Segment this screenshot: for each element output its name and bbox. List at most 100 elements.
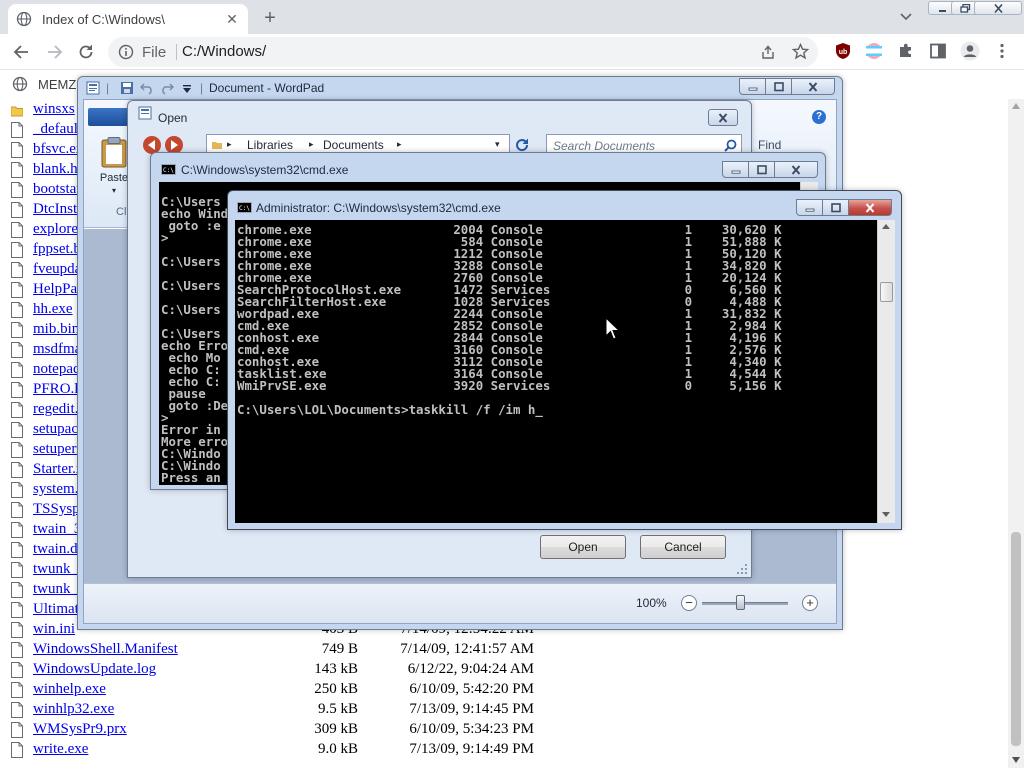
close-icon[interactable]: ✕: [224, 11, 240, 27]
file-link[interactable]: WMSysPr9.prx: [33, 721, 127, 738]
file-link[interactable]: win.ini: [33, 621, 75, 638]
admin-cmd-titlebar[interactable]: C:\ Administrator: C:\Windows\system32\c…: [228, 191, 901, 216]
scroll-down-icon[interactable]: [882, 512, 890, 517]
file-icon: [11, 282, 23, 298]
page-scrollbar[interactable]: [1008, 99, 1024, 768]
admin-cmd-title: Administrator: C:\Windows\system32\cmd.e…: [256, 201, 501, 215]
cmd-titlebar[interactable]: C:\ C:\Windows\system32\cmd.exe: [151, 153, 825, 178]
undo-icon[interactable]: [140, 81, 154, 95]
open-button[interactable]: Open: [540, 535, 626, 559]
zoom-in-button[interactable]: +: [802, 595, 818, 611]
breadcrumb-arrow-icon[interactable]: ▸: [227, 139, 232, 150]
file-icon: [11, 542, 23, 558]
file-row: winhelp.exe 250 kB 6/10/09, 5:42:20 PM: [0, 680, 1008, 700]
file-icon: [11, 162, 23, 178]
breadcrumb-libraries[interactable]: Libraries: [247, 138, 293, 152]
file-link[interactable]: WindowsUpdate.log: [33, 661, 156, 678]
back-arrow-icon[interactable]: [12, 42, 32, 62]
file-icon: [11, 182, 23, 198]
maximize-button[interactable]: [822, 199, 849, 216]
profile-icon[interactable]: [960, 41, 980, 61]
file-link[interactable]: WindowsShell.Manifest: [33, 641, 178, 658]
wordpad-icon: [86, 81, 100, 95]
file-icon: [11, 402, 23, 418]
open-dialog-icon: [138, 106, 152, 120]
cancel-button[interactable]: Cancel: [640, 535, 726, 559]
save-icon[interactable]: [120, 81, 134, 95]
bookmark-memz[interactable]: MEMZ: [38, 77, 76, 92]
scroll-up-icon[interactable]: [882, 224, 890, 229]
reload-icon[interactable]: [76, 42, 96, 62]
wordpad-caption-buttons: [739, 78, 835, 96]
refresh-icon[interactable]: [514, 137, 530, 153]
file-date: 7/13/09, 9:14:45 PM: [409, 701, 534, 717]
ublock-icon[interactable]: ub: [834, 42, 852, 60]
minimize-button[interactable]: [739, 78, 766, 95]
scroll-down-icon[interactable]: [1012, 757, 1020, 763]
file-link[interactable]: winhelp.exe: [33, 681, 106, 698]
file-link[interactable]: winhlp32.exe: [33, 701, 114, 718]
file-link[interactable]: write.exe: [33, 741, 88, 758]
scrollbar-thumb[interactable]: [880, 282, 893, 302]
plus-icon[interactable]: +: [258, 7, 282, 29]
breadcrumb-documents[interactable]: Documents: [323, 138, 384, 152]
file-icon: [11, 222, 23, 238]
search-icon[interactable]: [724, 139, 737, 152]
extension-icon[interactable]: [865, 42, 883, 60]
close-button[interactable]: [848, 199, 892, 216]
file-link[interactable]: winsxs: [33, 101, 75, 118]
qat-dropdown-icon[interactable]: [182, 84, 192, 94]
star-icon[interactable]: [792, 43, 809, 60]
console-line: >: [161, 230, 169, 245]
file-size: 9.0 kB: [317, 741, 358, 757]
admin-cmd-window[interactable]: C:\ Administrator: C:\Windows\system32\c…: [227, 190, 902, 530]
breadcrumb-arrow-icon[interactable]: ▸: [309, 139, 314, 150]
scrollbar-thumb[interactable]: [1011, 532, 1021, 746]
url-text[interactable]: C:/Windows/: [182, 43, 266, 60]
file-link[interactable]: mib.bin: [33, 321, 79, 338]
wordpad-titlebar[interactable]: | | Document - WordPad: [78, 77, 842, 99]
minimize-button[interactable]: [722, 161, 749, 178]
address-dropdown-icon[interactable]: ▾: [495, 139, 500, 150]
qat-separator: |: [106, 81, 110, 95]
help-icon[interactable]: ?: [812, 110, 826, 124]
breadcrumb-arrow-icon[interactable]: ▸: [397, 139, 402, 150]
zoom-out-button[interactable]: −: [681, 595, 697, 611]
sidebar-icon[interactable]: [929, 42, 947, 60]
scroll-up-icon[interactable]: [1012, 103, 1020, 109]
maximize-button[interactable]: [748, 161, 775, 178]
maximize-button[interactable]: [765, 78, 792, 95]
tab-strip: Index of C:\Windows\ ✕ +: [0, 0, 1024, 34]
console-icon: C:\: [237, 202, 252, 213]
console-line: C:\Users: [161, 302, 221, 317]
close-button[interactable]: [791, 78, 835, 95]
minimize-button[interactable]: [796, 199, 823, 216]
address-bar[interactable]: File C:/Windows/: [108, 37, 818, 67]
browser-tab[interactable]: Index of C:\Windows\ ✕: [8, 4, 248, 34]
share-icon[interactable]: [760, 44, 776, 60]
file-row: WindowsShell.Manifest 749 B 7/14/09, 12:41…: [0, 640, 1008, 660]
find-button[interactable]: Find: [758, 138, 781, 152]
puzzle-icon[interactable]: [897, 42, 915, 60]
file-icon: [11, 322, 23, 338]
close-window-button[interactable]: [974, 1, 1022, 15]
console-scrollbar[interactable]: [877, 220, 895, 523]
file-row: winhlp32.exe 9.5 kB 7/13/09, 9:14:45 PM: [0, 700, 1008, 720]
redo-icon[interactable]: [160, 81, 174, 95]
console-prompt[interactable]: C:\Users\LOL\Documents>taskkill /f /im h…: [237, 403, 782, 416]
file-icon: [11, 702, 23, 718]
file-link[interactable]: hh.exe: [33, 301, 73, 318]
close-button[interactable]: [708, 109, 738, 126]
kebab-menu-icon[interactable]: [994, 42, 1010, 60]
zoom-slider-thumb[interactable]: [736, 595, 746, 610]
chevron-down-icon[interactable]: [898, 8, 914, 24]
forward-arrow-icon[interactable]: [44, 42, 64, 62]
file-icon: [11, 462, 23, 478]
open-dialog-titlebar[interactable]: Open: [128, 101, 751, 126]
file-icon: [11, 642, 23, 658]
resize-grip-icon[interactable]: [737, 564, 747, 574]
close-button[interactable]: [774, 161, 818, 178]
wordpad-menu-button[interactable]: [88, 108, 128, 126]
console-output[interactable]: chrome.exe 2004 Console 1 30,620 Kchrome…: [235, 220, 877, 523]
info-icon[interactable]: [118, 44, 134, 60]
